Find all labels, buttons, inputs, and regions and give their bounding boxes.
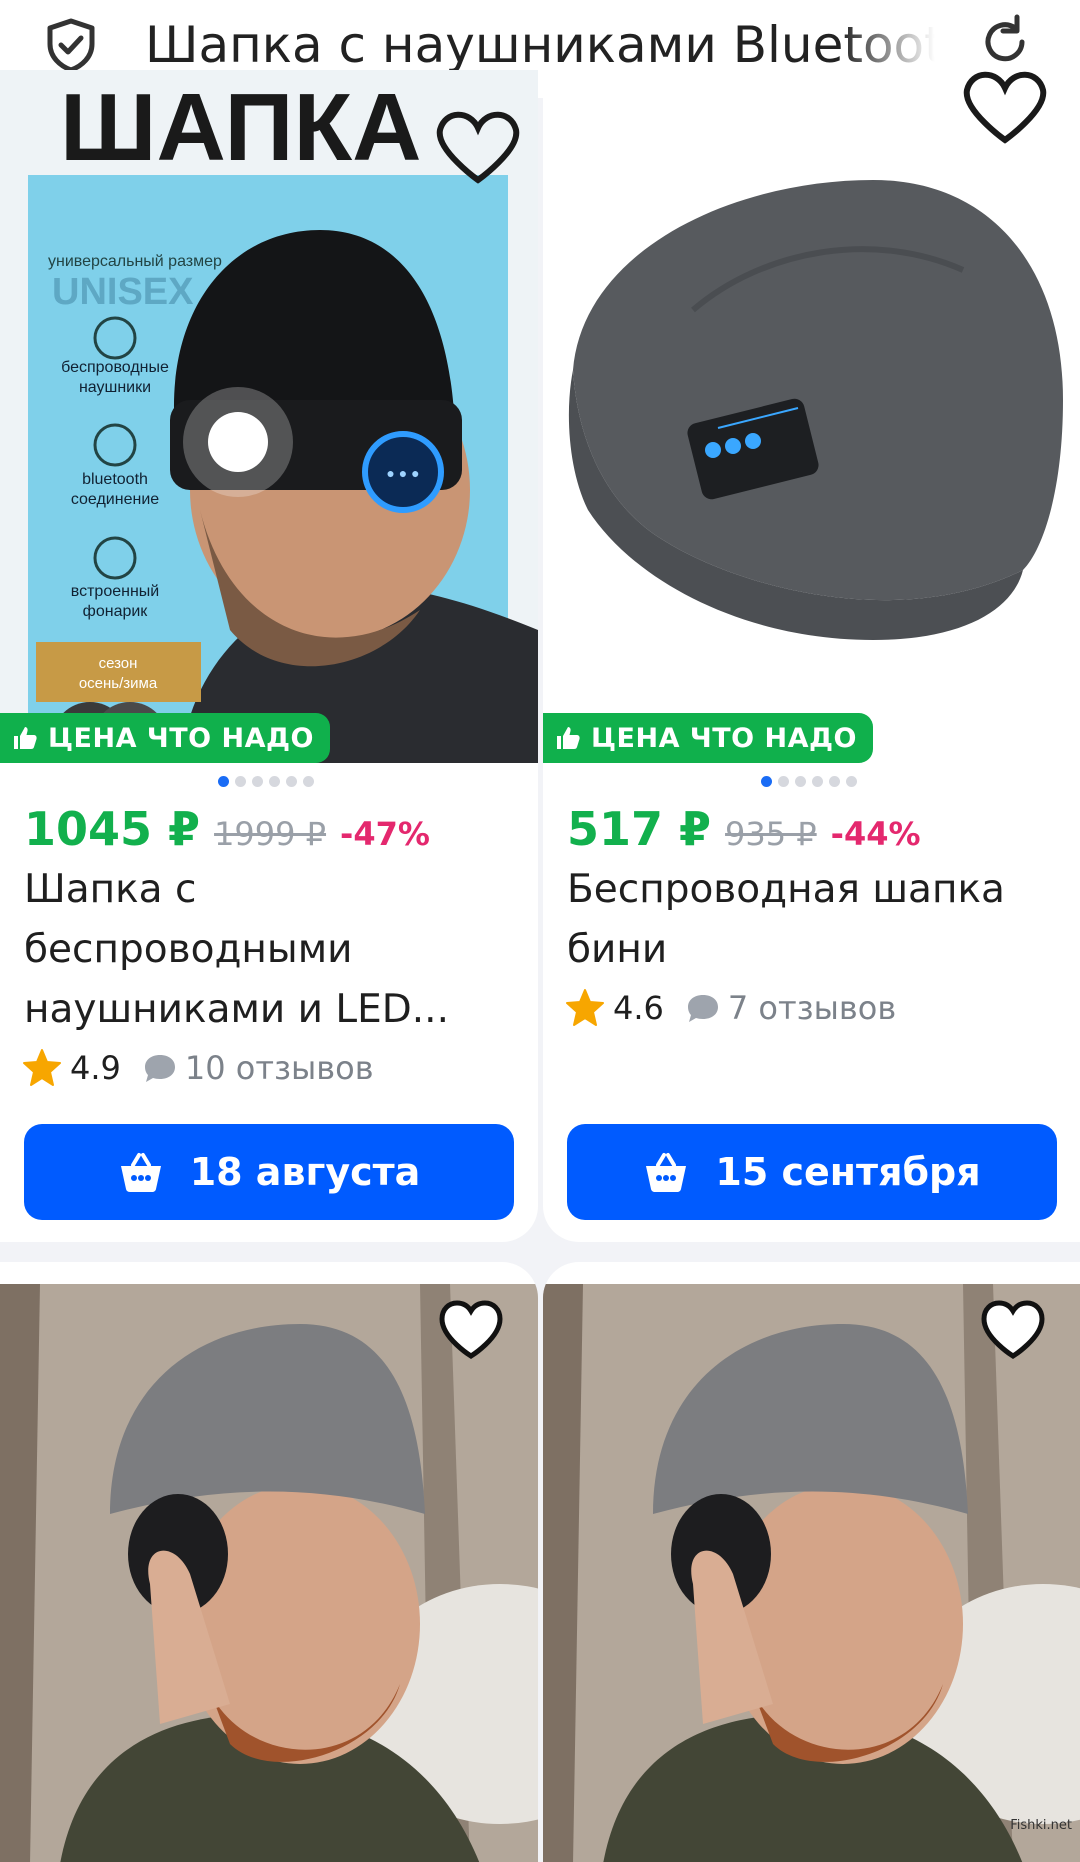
image-size-text: универсальный размер: [48, 253, 222, 270]
favorite-heart-icon[interactable]: [980, 1300, 1046, 1360]
delivery-button[interactable]: 15 сентября: [567, 1124, 1057, 1220]
thumbs-up-icon: [12, 725, 38, 751]
price-badge: ЦЕНА ЧТО НАДО: [0, 713, 330, 763]
pagination-dot: [286, 776, 297, 787]
product-image[interactable]: ШАПКА ● ● ● универсальный размер UNISEX …: [0, 70, 538, 763]
rating-value: 4.6: [613, 989, 664, 1027]
star-icon: [565, 988, 605, 1028]
svg-text:осень/зима: осень/зима: [79, 675, 158, 692]
old-price: 1999 ₽: [214, 815, 326, 853]
pagination-dot: [235, 776, 246, 787]
reviews-count[interactable]: 7 отзывов: [728, 989, 896, 1027]
old-price: 935 ₽: [725, 815, 817, 853]
page-title[interactable]: Шапка с наушниками Bluetooth: [145, 14, 935, 76]
badge-label: ЦЕНА ЧТО НАДО: [591, 723, 857, 754]
comment-icon: [686, 992, 720, 1024]
basket-icon: [118, 1151, 164, 1193]
price-badge: ЦЕНА ЧТО НАДО: [543, 713, 873, 763]
rating-row: 4.6 7 отзывов: [565, 988, 896, 1028]
product-card[interactable]: [0, 1262, 538, 1862]
svg-text:фонарик: фонарик: [83, 603, 149, 620]
basket-icon: [643, 1151, 689, 1193]
svg-text:соединение: соединение: [71, 491, 159, 508]
product-card[interactable]: ШАПКА ● ● ● универсальный размер UNISEX …: [0, 70, 538, 1242]
price-row: 1045 ₽ 1999 ₽ -47%: [24, 802, 430, 856]
price-row: 517 ₽ 935 ₽ -44%: [567, 802, 921, 856]
pagination-dot: [761, 776, 772, 787]
pagination-dot: [218, 776, 229, 787]
rating-value: 4.9: [70, 1049, 121, 1087]
product-image[interactable]: [543, 1284, 1080, 1862]
svg-text:беспроводные: беспроводные: [61, 359, 169, 376]
delivery-date: 15 сентября: [715, 1150, 980, 1194]
product-card[interactable]: ЦЕНА ЧТО НАДО 517 ₽ 935 ₽ -44% Беспровод…: [543, 70, 1080, 1242]
svg-text:наушники: наушники: [79, 379, 151, 396]
star-icon: [22, 1048, 62, 1088]
pagination-dot: [812, 776, 823, 787]
image-pagination[interactable]: [218, 776, 314, 787]
pagination-dot: [303, 776, 314, 787]
comment-icon: [143, 1052, 177, 1084]
rating-row: 4.9 10 отзывов: [22, 1048, 374, 1088]
product-title[interactable]: Беспроводная шапка бини: [567, 860, 1037, 980]
pagination-dot: [846, 776, 857, 787]
thumbs-up-icon: [555, 725, 581, 751]
delivery-date: 18 августа: [190, 1150, 421, 1194]
svg-text:● ● ●: ● ● ●: [386, 465, 419, 481]
product-image[interactable]: [543, 70, 1080, 763]
reviews-count[interactable]: 10 отзывов: [185, 1049, 374, 1087]
product-card[interactable]: [543, 1262, 1080, 1862]
svg-text:bluetooth: bluetooth: [82, 471, 148, 488]
image-brand-text: ШАПКА: [60, 74, 421, 181]
watermark: Fishki.net: [1010, 1818, 1072, 1833]
security-shield-icon[interactable]: [42, 16, 100, 74]
pagination-dot: [778, 776, 789, 787]
image-pagination[interactable]: [761, 776, 857, 787]
pagination-dot: [252, 776, 263, 787]
pagination-dot: [829, 776, 840, 787]
current-price: 517 ₽: [567, 802, 711, 856]
pagination-dot: [269, 776, 280, 787]
current-price: 1045 ₽: [24, 802, 200, 856]
badge-label: ЦЕНА ЧТО НАДО: [48, 723, 314, 754]
favorite-heart-icon[interactable]: [438, 1300, 504, 1360]
reload-icon[interactable]: [975, 12, 1035, 72]
product-title[interactable]: Шапка с беспроводными наушниками и LED..…: [24, 860, 494, 1040]
discount: -47%: [340, 815, 430, 853]
svg-text:сезон: сезон: [99, 655, 138, 672]
svg-text:встроенный: встроенный: [71, 583, 159, 600]
pagination-dot: [795, 776, 806, 787]
delivery-button[interactable]: 18 августа: [24, 1124, 514, 1220]
product-image[interactable]: [0, 1284, 538, 1862]
image-unisex-text: UNISEX: [52, 271, 194, 313]
discount: -44%: [831, 815, 921, 853]
